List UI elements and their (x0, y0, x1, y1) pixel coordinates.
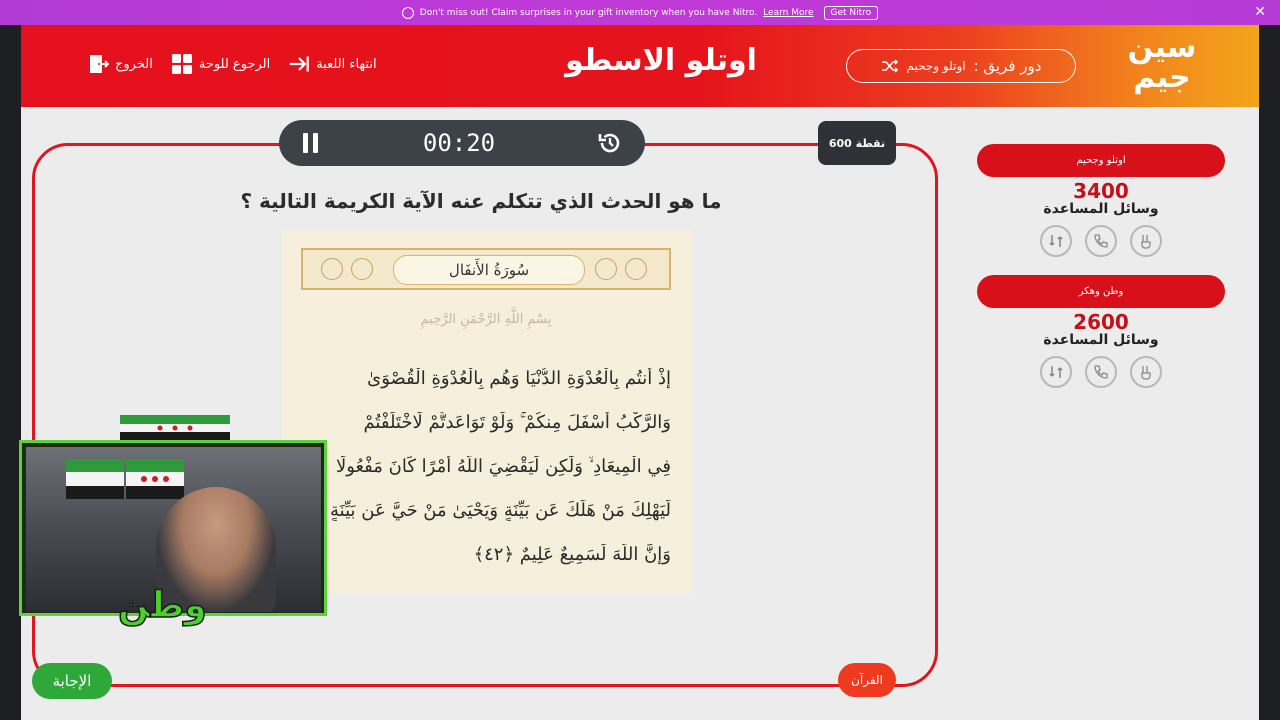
game-header: سين جيم دور فريق : اوتلو وجحيم اوتلو الا… (21, 25, 1259, 107)
flag-image (66, 459, 124, 499)
pause-icon[interactable] (301, 131, 321, 155)
peace-hand-icon (1141, 235, 1151, 249)
game-logo: سين جيم (1127, 30, 1197, 95)
flag-image (120, 415, 230, 441)
aids-row (977, 356, 1225, 388)
shuffle-icon (881, 59, 898, 73)
timer-value: 00:20 (422, 129, 496, 157)
double-answer-aid[interactable] (1130, 225, 1162, 257)
swap-question-aid[interactable] (1040, 225, 1072, 257)
double-answer-aid[interactable] (1130, 356, 1162, 388)
swap-icon (1049, 366, 1063, 378)
phone-icon (1094, 365, 1108, 379)
team-turn-indicator: دور فريق : اوتلو وجحيم (846, 49, 1076, 83)
ayah-line: إِذْ أَنتُم بِالْعُدْوَةِ الدُّنْيَا وَه… (367, 368, 671, 389)
back-to-board-button[interactable]: الرجوع للوحة (171, 53, 270, 75)
ayah-line: وَإِنَّ اللَّهَ لَسَمِيعٌ عَلِيمٌ ﴿٤٢﴾ (473, 544, 671, 565)
nitro-message: Don't miss out! Claim surprises in your … (419, 7, 758, 18)
door-exit-icon (90, 55, 109, 73)
quran-verse-image: سُورَةُ الأَنفَال بِسْمِ اللَّهِ الرَّحْ… (281, 230, 692, 593)
reset-timer-icon[interactable] (597, 130, 623, 156)
question-timer: 00:20 (279, 120, 645, 166)
rosette-ornament (321, 258, 343, 280)
rosette-ornament (625, 258, 647, 280)
surah-name: سُورَةُ الأَنفَال (393, 255, 585, 285)
get-nitro-button[interactable]: Get Nitro (823, 5, 879, 20)
rosette-ornament (351, 258, 373, 280)
basmala: بِسْمِ اللَّهِ الرَّحْمَنِ الرَّحِيمِ (420, 312, 552, 327)
ayah-line: فِي الْمِيعَادِ ۙ وَلَٰكِن لِّيَقْضِيَ ا… (335, 456, 671, 477)
team-score: 3400 (1073, 179, 1129, 203)
close-icon[interactable]: ✕ (1254, 4, 1266, 20)
points-badge: 600 نقطة (818, 121, 896, 165)
team-name: وطن وهكر (977, 275, 1225, 308)
grid-icon (171, 54, 192, 74)
exit-label: الخروج (115, 56, 153, 72)
team-name: اوتلو وجحيم (977, 144, 1225, 177)
category-badge: القرآن (838, 663, 896, 697)
streamer-label: وطن (117, 584, 207, 627)
call-friend-aid[interactable] (1085, 225, 1117, 257)
team-score: 2600 (1073, 310, 1129, 334)
rosette-ornament (595, 258, 617, 280)
team-card-1: اوتلو وجحيم 3400 وسائل المساعدة (977, 144, 1225, 257)
call-friend-aid[interactable] (1085, 356, 1117, 388)
phone-icon (1094, 234, 1108, 248)
exit-button[interactable]: الخروج (87, 53, 153, 75)
peace-hand-icon (1141, 366, 1151, 380)
answer-button[interactable]: الإجابة (32, 663, 112, 699)
aids-label: وسائل المساعدة (1043, 332, 1159, 348)
nitro-icon (401, 6, 414, 19)
nitro-banner: Don't miss out! Claim surprises in your … (0, 0, 1280, 25)
end-game-label: انتهاء اللعبة (316, 56, 377, 72)
ayah-line: وَالرَّكْبُ أَسْفَلَ مِنكُمْ ۚ وَلَوْ تَ… (363, 412, 671, 433)
aids-label: وسائل المساعدة (1043, 201, 1159, 217)
header-nav: الخروج الرجوع للوحة انتهاء اللعبة (87, 53, 377, 75)
flag-image (126, 459, 184, 499)
end-game-button[interactable]: انتهاء اللعبة (288, 53, 377, 75)
surah-banner: سُورَةُ الأَنفَال (301, 248, 671, 290)
team-card-2: وطن وهكر 2600 وسائل المساعدة (977, 275, 1225, 388)
game-title: اوتلو الاسطو (565, 43, 757, 78)
learn-more-link[interactable]: Learn More (763, 8, 813, 18)
arrow-end-icon (289, 56, 310, 72)
ayah-line: لِّيَهْلِكَ مَنْ هَلَكَ عَن بَيِّنَةٍ وَ… (330, 500, 671, 521)
aids-row (977, 225, 1225, 257)
question-text: ما هو الحدث الذي تتكلم عنه الآية الكريمة… (240, 189, 722, 213)
turn-team-name: اوتلو وجحيم (906, 59, 966, 73)
back-to-board-label: الرجوع للوحة (198, 56, 271, 72)
swap-icon (1049, 235, 1063, 247)
swap-question-aid[interactable] (1040, 356, 1072, 388)
turn-label: دور فريق : (973, 57, 1042, 75)
